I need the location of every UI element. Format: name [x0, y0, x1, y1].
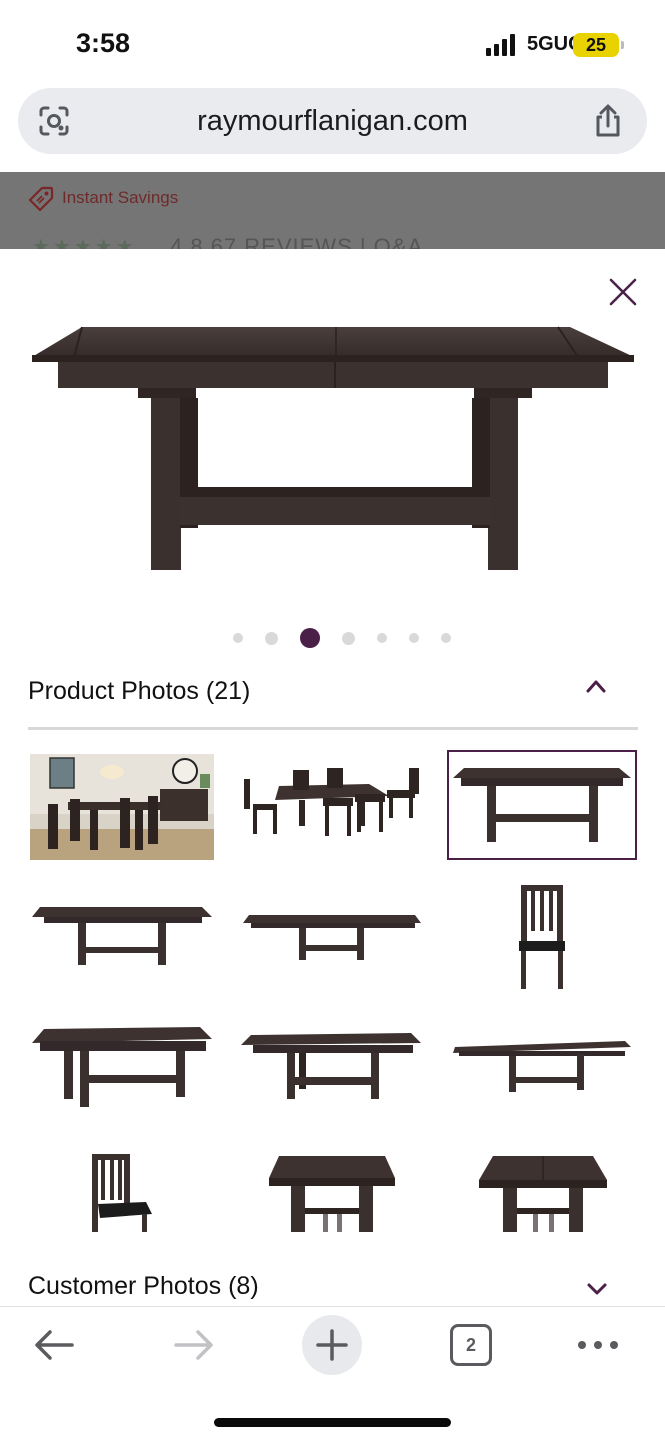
back-arrow-icon[interactable]	[32, 1323, 76, 1367]
thumbnail-side-chair[interactable]	[449, 885, 633, 991]
thumbnail-table-extended[interactable]	[30, 885, 214, 991]
carousel-dot[interactable]	[409, 633, 419, 643]
chevron-down-icon[interactable]	[586, 1282, 608, 1296]
battery-indicator: 25	[573, 33, 624, 57]
thumbnail-table-set[interactable]	[239, 754, 423, 860]
thumbnail-table-fully-extended[interactable]	[449, 1019, 633, 1125]
carousel-dots[interactable]	[222, 626, 462, 650]
instant-savings-label: Instant Savings	[62, 188, 179, 207]
plus-icon	[316, 1329, 348, 1361]
carousel-dot[interactable]	[377, 633, 387, 643]
thumbnail-table-low-angle[interactable]	[239, 885, 423, 991]
section-divider	[28, 727, 638, 730]
status-time: 3:58	[76, 28, 131, 58]
thumbnail-chair-angled[interactable]	[30, 1141, 214, 1247]
carousel-dot-active[interactable]	[300, 628, 320, 648]
page-backdrop: Instant Savings ★★★★★ 4.8 67 REVIEWS | Q…	[0, 172, 665, 249]
new-tab-button[interactable]	[302, 1315, 362, 1375]
forward-arrow-icon[interactable]	[172, 1323, 216, 1367]
home-indicator[interactable]	[214, 1418, 451, 1427]
carousel-dot[interactable]	[265, 631, 278, 645]
close-icon[interactable]	[607, 276, 639, 308]
carousel-dot[interactable]	[233, 633, 243, 643]
product-photos-heading[interactable]: Product Photos (21)	[28, 677, 250, 706]
browser-toolbar: 2	[0, 1306, 665, 1441]
price-tag-icon	[28, 186, 54, 212]
carousel-dot[interactable]	[441, 633, 451, 643]
thumbnail-table-angled[interactable]	[30, 1019, 214, 1125]
thumbnail-trestle-table-selected[interactable]	[447, 750, 637, 860]
main-product-image[interactable]	[30, 319, 635, 579]
thumbnail-table-angled-right[interactable]	[239, 1019, 423, 1125]
tabs-button[interactable]: 2	[450, 1324, 492, 1366]
thumbnail-table-end-view[interactable]	[239, 1141, 423, 1247]
reviews-link: 4.8 67 REVIEWS | Q&A	[170, 234, 424, 249]
status-bar: 3:58 5GUC 25	[0, 0, 665, 88]
more-icon[interactable]	[576, 1323, 620, 1367]
cellular-signal-icon	[486, 34, 515, 56]
customer-photos-heading[interactable]: Customer Photos (8)	[28, 1272, 259, 1301]
thumbnail-table-end-view-2[interactable]	[449, 1141, 633, 1247]
share-icon[interactable]	[592, 104, 624, 138]
address-bar[interactable]: raymourflanigan.com	[18, 88, 647, 154]
photo-gallery-modal: Product Photos (21) Customer Photos (8)	[0, 249, 665, 1309]
carousel-dot[interactable]	[342, 631, 355, 645]
thumbnail-dining-room[interactable]	[30, 754, 214, 860]
chevron-up-icon[interactable]	[584, 677, 608, 695]
url-text[interactable]: raymourflanigan.com	[18, 88, 647, 154]
rating-stars: ★★★★★	[32, 236, 137, 249]
